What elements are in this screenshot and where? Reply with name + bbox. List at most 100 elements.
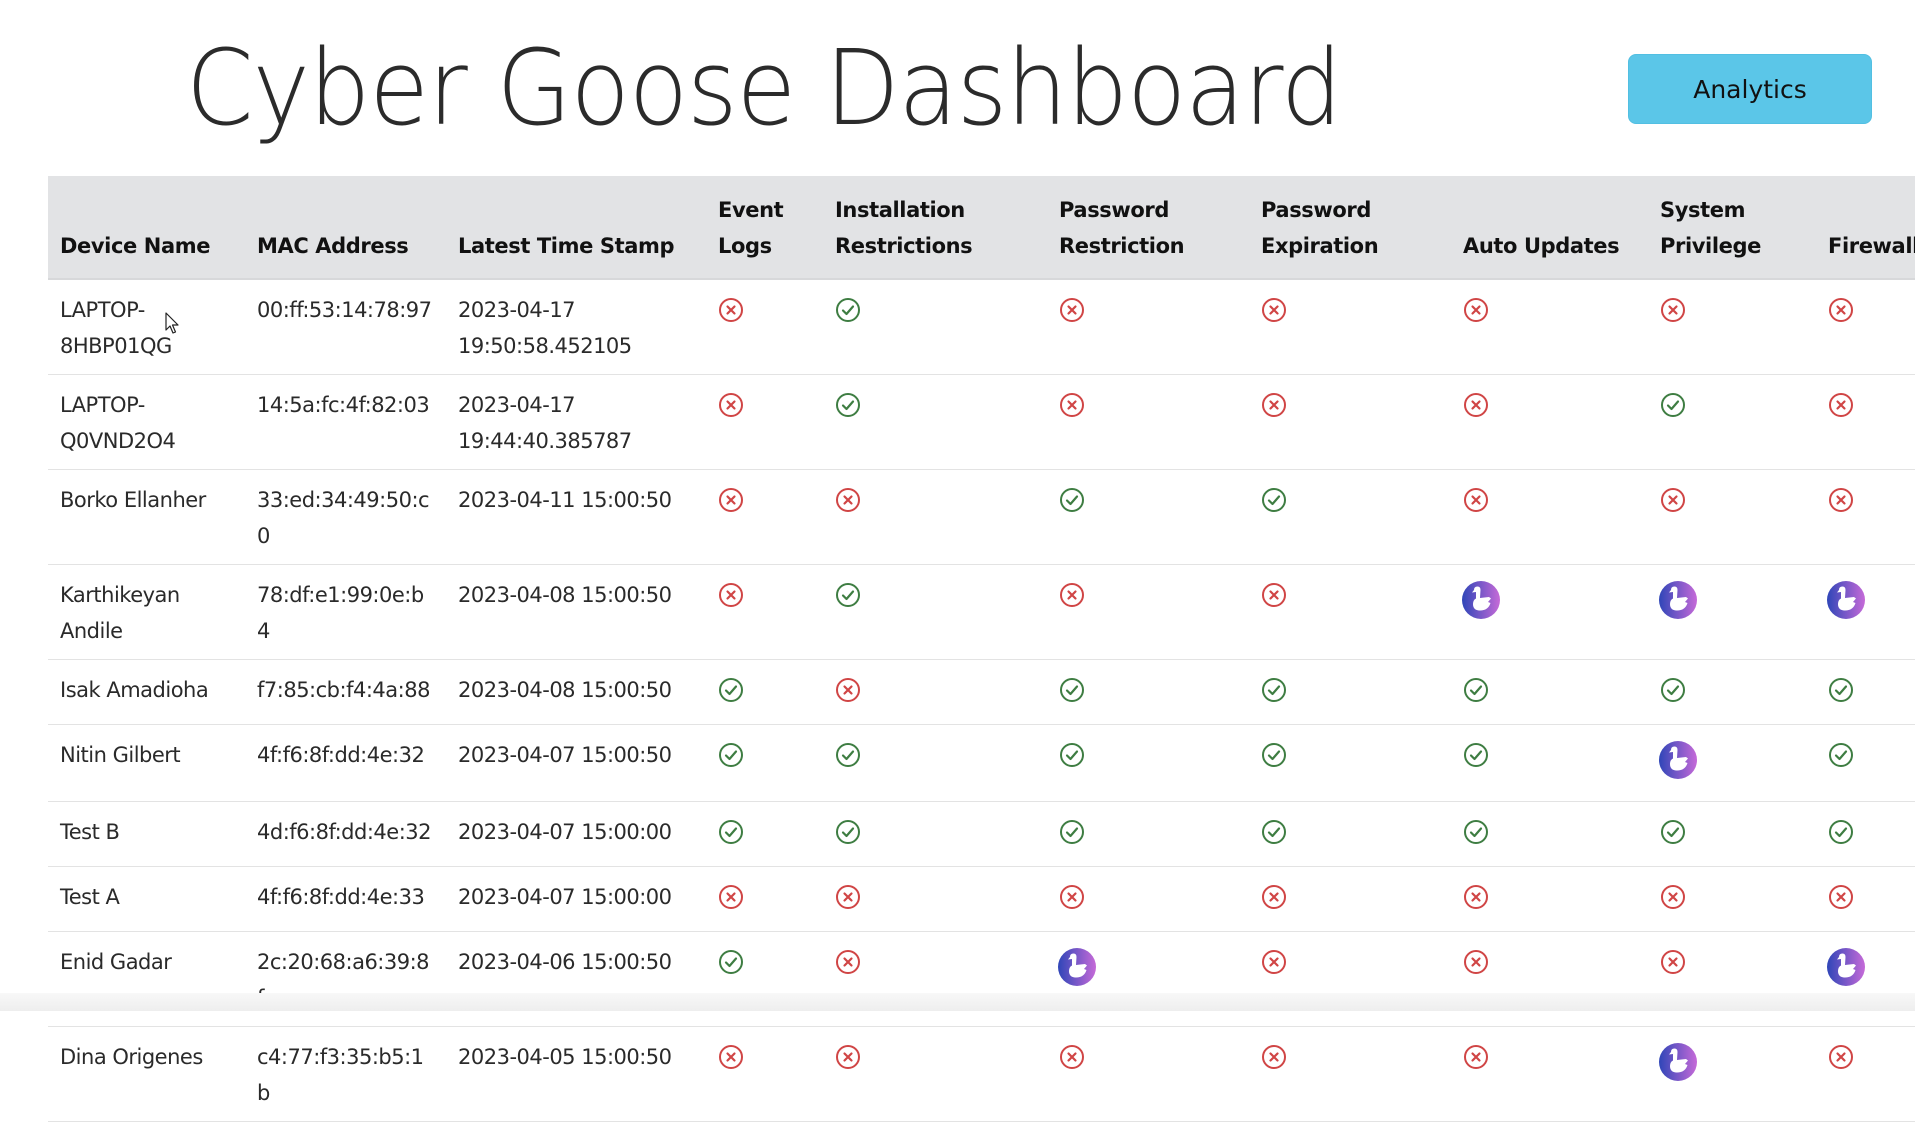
column-header-system-privilege[interactable]: System Privilege	[1648, 176, 1816, 280]
check-circle-icon	[718, 819, 744, 845]
check-circle-icon	[718, 949, 744, 975]
firewall-cell	[1816, 866, 1915, 932]
check-circle-icon	[835, 392, 861, 418]
column-header-timestamp[interactable]: Latest Time Stamp	[446, 176, 706, 280]
firewall-cell	[1816, 724, 1915, 802]
x-circle-icon	[1463, 392, 1489, 418]
table-row[interactable]: Nitin Gilbert 4f:f6:8f:dd:4e:32 2023-04-07…	[48, 724, 1915, 802]
analytics-button[interactable]: Analytics	[1628, 54, 1872, 124]
x-circle-icon	[1660, 884, 1686, 910]
auto-updates-cell	[1451, 866, 1648, 932]
system-privilege-cell	[1648, 469, 1816, 565]
event-logs-cell	[706, 1026, 823, 1122]
event-logs-cell	[706, 724, 823, 802]
check-circle-icon	[1828, 677, 1854, 703]
column-header-installation-restrictions[interactable]: Installation Restrictions	[823, 176, 1047, 280]
x-circle-icon	[718, 582, 744, 608]
table-row[interactable]: Karthikeyan Andile 78:df:e1:99:0e:b4 2023-…	[48, 564, 1915, 660]
auto-updates-cell	[1451, 279, 1648, 375]
x-circle-icon	[835, 677, 861, 703]
installation-restrictions-cell	[823, 1026, 1047, 1122]
x-circle-icon	[1261, 297, 1287, 323]
password-expiration-cell	[1249, 374, 1451, 470]
installation-restrictions-cell	[823, 801, 1047, 867]
password-restriction-cell	[1047, 1026, 1249, 1122]
x-circle-icon	[1261, 949, 1287, 975]
table-row[interactable]: Test B 4d:f6:8f:dd:4e:32 2023-04-07 15:00:…	[48, 801, 1915, 867]
device-name-cell: Test B	[48, 801, 245, 867]
goose-icon	[1658, 580, 1698, 620]
check-circle-icon	[1660, 819, 1686, 845]
timestamp-cell: 2023-04-11 15:00:50	[446, 469, 706, 565]
firewall-cell	[1816, 801, 1915, 867]
x-circle-icon	[1828, 1044, 1854, 1070]
firewall-cell	[1816, 659, 1915, 725]
system-privilege-cell	[1648, 931, 1816, 1027]
table-row[interactable]: Test A 4f:f6:8f:dd:4e:33 2023-04-07 15:00:…	[48, 866, 1915, 932]
table-row[interactable]: Isak Amadioha f7:85:cb:f4:4a:88 2023-04-08…	[48, 659, 1915, 725]
password-expiration-cell	[1249, 931, 1451, 1027]
check-circle-icon	[835, 297, 861, 323]
system-privilege-cell	[1648, 801, 1816, 867]
goose-icon	[1658, 740, 1698, 780]
column-header-password-restriction[interactable]: Password Restriction	[1047, 176, 1249, 280]
check-circle-icon	[835, 742, 861, 768]
table-row[interactable]: Dina Origenes c4:77:f3:35:b5:1b 2023-04-05…	[48, 1026, 1915, 1122]
check-circle-icon	[718, 742, 744, 768]
timestamp-cell: 2023-04-07 15:00:50	[446, 724, 706, 802]
column-header-password-expiration[interactable]: Password Expiration	[1249, 176, 1451, 280]
column-header-event-logs[interactable]: Event Logs	[706, 176, 823, 280]
check-circle-icon	[1059, 677, 1085, 703]
system-privilege-cell	[1648, 564, 1816, 660]
password-restriction-cell	[1047, 931, 1249, 1027]
password-restriction-cell	[1047, 469, 1249, 565]
system-privilege-cell	[1648, 659, 1816, 725]
firewall-cell	[1816, 931, 1915, 1027]
column-header-auto-updates[interactable]: Auto Updates	[1451, 176, 1648, 280]
x-circle-icon	[1059, 582, 1085, 608]
timestamp-cell: 2023-04-08 15:00:50	[446, 564, 706, 660]
table-row[interactable]: LAPTOP-8HBP01QG 00:ff:53:14:78:97 2023-04-…	[48, 279, 1915, 375]
goose-icon	[1461, 580, 1501, 620]
column-header-mac[interactable]: MAC Address	[245, 176, 446, 280]
x-circle-icon	[1828, 392, 1854, 418]
password-restriction-cell	[1047, 801, 1249, 867]
goose-icon	[1057, 947, 1097, 987]
event-logs-cell	[706, 801, 823, 867]
installation-restrictions-cell	[823, 374, 1047, 470]
mac-address-cell: f7:85:cb:f4:4a:88	[245, 659, 446, 725]
check-circle-icon	[1059, 487, 1085, 513]
firewall-cell	[1816, 469, 1915, 565]
timestamp-cell: 2023-04-17 19:44:40.385787	[446, 374, 706, 470]
password-expiration-cell	[1249, 1026, 1451, 1122]
password-restriction-cell	[1047, 659, 1249, 725]
event-logs-cell	[706, 659, 823, 725]
table-row[interactable]: Borko Ellanher 33:ed:34:49:50:c0 2023-04-1…	[48, 469, 1915, 565]
x-circle-icon	[1261, 392, 1287, 418]
check-circle-icon	[1828, 819, 1854, 845]
auto-updates-cell	[1451, 801, 1648, 867]
table-row[interactable]: LAPTOP-Q0VND2O4 14:5a:fc:4f:82:03 2023-04-…	[48, 374, 1915, 470]
x-circle-icon	[1059, 297, 1085, 323]
auto-updates-cell	[1451, 374, 1648, 470]
check-circle-icon	[1261, 819, 1287, 845]
x-circle-icon	[718, 297, 744, 323]
column-header-device[interactable]: Device Name	[48, 176, 245, 280]
x-circle-icon	[835, 487, 861, 513]
check-circle-icon	[835, 582, 861, 608]
table-row[interactable]: Enid Gadar2c:20:68:a6:39:8f2023-04-06 15…	[48, 931, 1915, 1027]
password-expiration-cell	[1249, 564, 1451, 660]
password-restriction-cell	[1047, 724, 1249, 802]
table-header-row: Device Name MAC Address Latest Time Stamp E…	[48, 176, 1915, 280]
check-circle-icon	[1660, 677, 1686, 703]
device-name-cell: Enid Gadar	[48, 931, 245, 1027]
mac-address-cell: 4f:f6:8f:dd:4e:32	[245, 724, 446, 802]
x-circle-icon	[1059, 884, 1085, 910]
check-circle-icon	[1463, 742, 1489, 768]
column-header-firewall[interactable]: Firewall	[1816, 176, 1915, 280]
x-circle-icon	[718, 884, 744, 910]
timestamp-cell: 2023-04-07 15:00:00	[446, 801, 706, 867]
firewall-cell	[1816, 279, 1915, 375]
timestamp-cell: 2023-04-07 15:00:00	[446, 866, 706, 932]
auto-updates-cell	[1451, 724, 1648, 802]
